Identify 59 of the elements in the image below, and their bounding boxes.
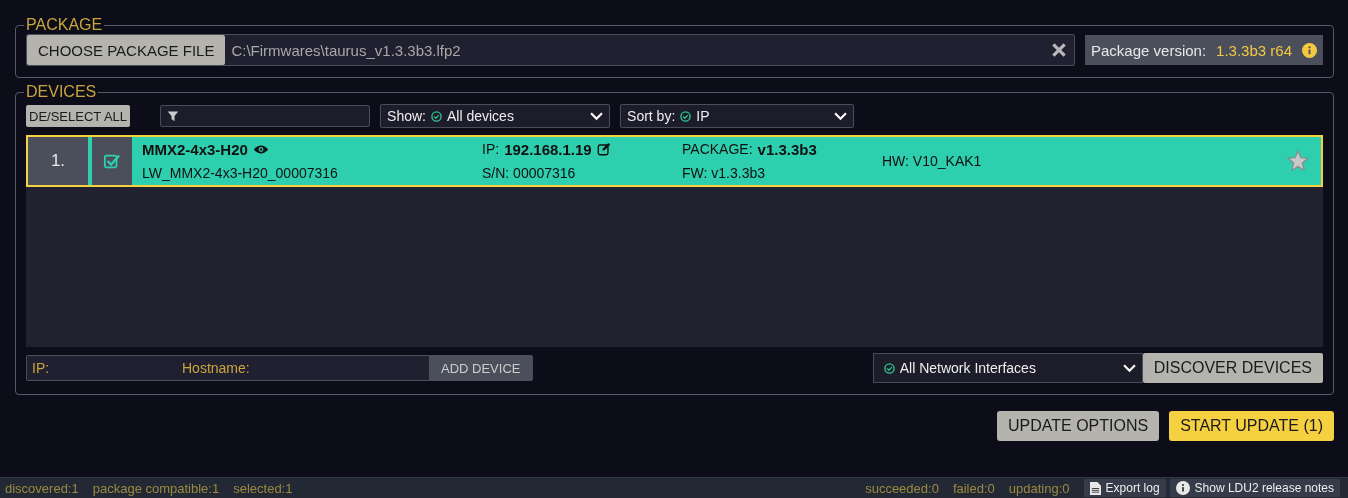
star-icon[interactable] xyxy=(1287,150,1309,172)
device-ip: 192.168.1.19 xyxy=(504,140,592,158)
sort-dropdown[interactable]: Sort by: IP xyxy=(620,104,855,128)
edit-icon[interactable] xyxy=(596,142,611,156)
status-count: succeeded:0 xyxy=(865,480,939,496)
discover-button[interactable]: DISCOVER DEVICES xyxy=(1142,353,1323,383)
serial-number: S/N: 00007316 xyxy=(482,165,576,181)
dropdown-label: Show: xyxy=(387,108,426,124)
device-hostname: LW_MMX2-4x3-H20_00007316 xyxy=(142,165,338,181)
ip-input[interactable]: IP: xyxy=(27,357,177,379)
status-count: failed:0 xyxy=(952,480,995,496)
hostname-input[interactable]: Hostname: xyxy=(177,357,429,379)
interface-dropdown[interactable]: All Network Interfaces xyxy=(872,353,1143,383)
chevron-icon xyxy=(590,111,604,121)
filter-field[interactable] xyxy=(160,105,371,127)
file-path: C:\Firmwares\taurus_v1.3.3b3.lfp2 xyxy=(230,41,462,59)
version-label: Package version: xyxy=(1091,41,1207,59)
section-title: DEVICES xyxy=(25,83,98,101)
section-title: PACKAGE xyxy=(25,16,104,34)
dropdown-value: IP xyxy=(696,108,710,124)
action-button[interactable]: START UPDATE (1) xyxy=(1169,411,1334,441)
file-field[interactable]: CHOOSE PACKAGE FILE C:\Firmwares\taurus_v1.3.3b3.lfp2 xyxy=(26,34,1075,66)
check-circle-icon xyxy=(883,362,895,374)
dropdown-value: All devices xyxy=(446,108,514,124)
status-count: discovered:1 xyxy=(5,480,79,496)
version-value: 1.3.3b3 r64 xyxy=(1216,41,1292,59)
row-number: 1. xyxy=(28,137,88,185)
checkbox[interactable] xyxy=(92,137,132,185)
export-log-button[interactable]: Export log xyxy=(1083,479,1166,497)
choose-file-button[interactable]: CHOOSE PACKAGE FILE xyxy=(27,35,226,65)
ip-label: IP: xyxy=(482,141,500,157)
package-version: v1.3.3b3 xyxy=(757,140,817,158)
info-icon xyxy=(1175,481,1190,495)
status-count: package compatible:1 xyxy=(92,480,220,496)
hardware-version: HW: V10_KAK1 xyxy=(882,153,982,169)
action-button[interactable]: UPDATE OPTIONS xyxy=(997,411,1160,441)
chevron-icon xyxy=(1122,363,1136,373)
checkmark-icon xyxy=(103,152,121,170)
dropdown-value: All Network Interfaces xyxy=(899,360,1036,376)
dropdown-label: Sort by: xyxy=(627,108,676,124)
check-circle-icon xyxy=(430,110,442,122)
firmware-version: FW: v1.3.3b3 xyxy=(682,165,765,181)
package-label: PACKAGE: xyxy=(682,141,753,157)
info-icon[interactable] xyxy=(1302,42,1317,58)
check-circle-icon xyxy=(680,110,692,122)
eye-icon[interactable] xyxy=(252,143,269,155)
add-device-button[interactable]: ADD DEVICE xyxy=(429,356,533,380)
add-device-field[interactable]: IP: Hostname: ADD DEVICE xyxy=(26,355,534,381)
status-count: selected:1 xyxy=(233,480,293,496)
release-notes-button[interactable]: Show LDU2 release notes xyxy=(1169,479,1340,497)
chevron-icon xyxy=(834,111,848,121)
select-all-button[interactable]: DE/SELECT ALL xyxy=(26,105,131,127)
device-row[interactable]: 1. MMX2-4x3-H20 LW_MMX2-4x3-H20_00007316 IP: 192.168.1.19 S/N: 00007316 PACKAGE: v1.3.3b3 FW: v1.3.3b3 HW: V10_KAK1 xyxy=(26,135,1323,187)
document-icon xyxy=(1089,481,1101,495)
filter-icon xyxy=(167,110,180,122)
device-name: MMX2-4x3-H20 xyxy=(142,140,248,158)
status-count: updating:0 xyxy=(1008,480,1070,496)
show-dropdown[interactable]: Show: All devices xyxy=(380,104,611,128)
close-icon[interactable] xyxy=(1050,41,1068,59)
